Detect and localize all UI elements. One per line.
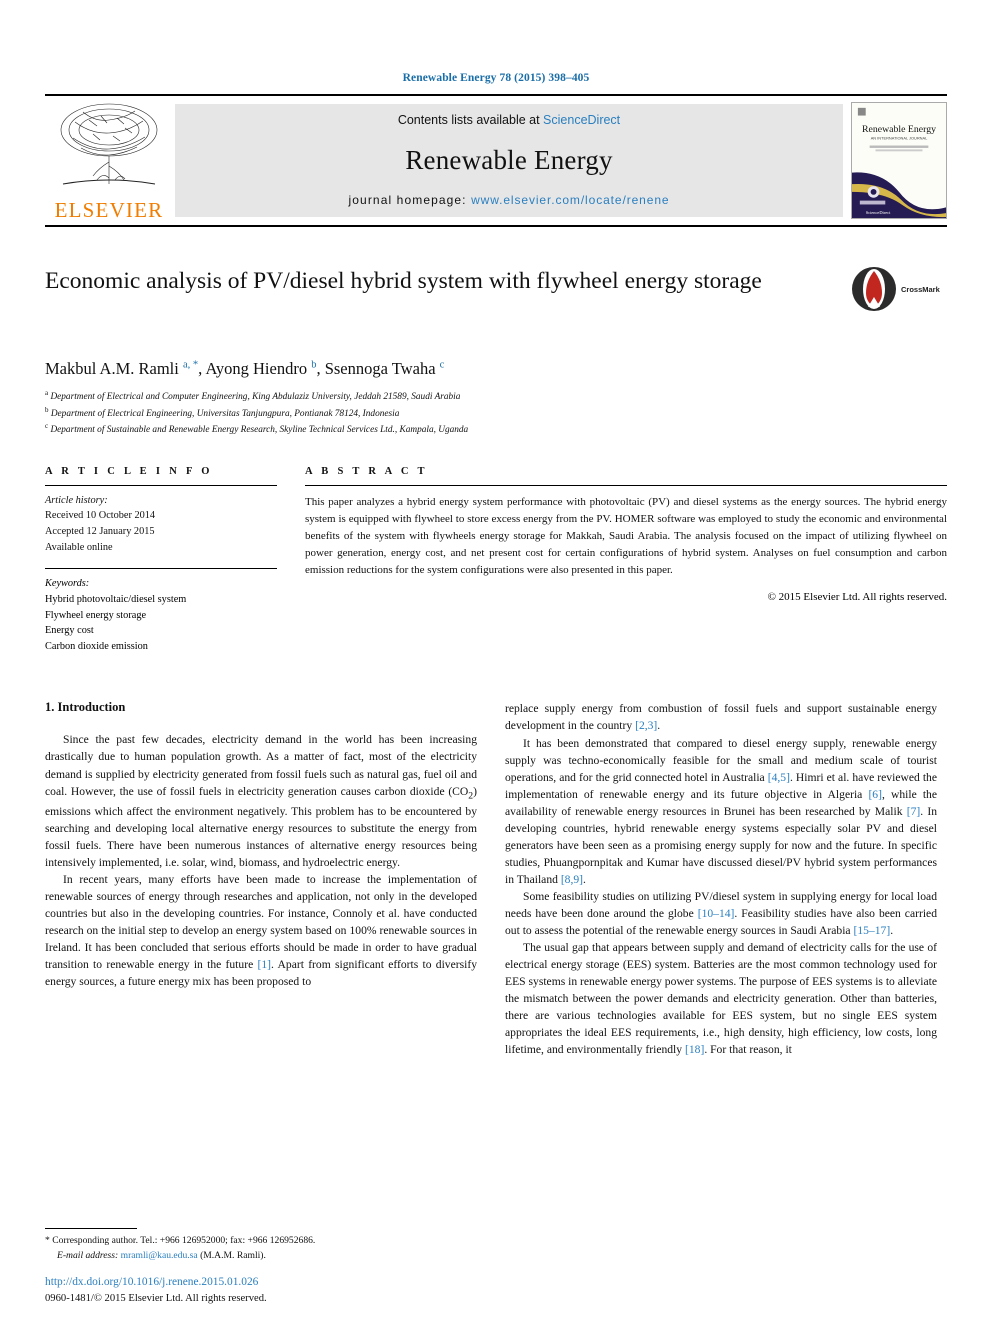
contents-prefix: Contents lists available at [397,113,544,127]
affiliation-text: Department of Electrical Engineering, Un… [50,408,400,419]
body-columns: 1. Introduction Since the past few decad… [45,700,947,1170]
sciencedirect-link[interactable]: ScienceDirect [543,113,620,127]
abstract-text: This paper analyzes a hybrid energy syst… [305,495,947,577]
abstract-column: A B S T R A C T This paper analyzes a hy… [305,466,947,655]
svg-text:ScienceDirect: ScienceDirect [866,210,891,215]
keyword-item: Energy cost [45,625,94,637]
doi-link[interactable]: http://dx.doi.org/10.1016/j.renene.2015.… [45,1274,565,1291]
svg-text:Renewable Energy: Renewable Energy [862,124,936,135]
svg-text:AN INTERNATIONAL JOURNAL: AN INTERNATIONAL JOURNAL [871,136,928,141]
cover-artwork: Renewable Energy AN INTERNATIONAL JOURNA… [852,103,946,218]
paragraph: Some feasibility studies on utilizing PV… [505,889,937,937]
keyword-item: Flywheel energy storage [45,609,147,621]
paragraph: Since the past few decades, electricity … [45,733,477,870]
journal-cover-thumbnail: Renewable Energy AN INTERNATIONAL JOURNA… [851,102,947,219]
footnote-block: * Corresponding author. Tel.: +966 12695… [45,1228,477,1263]
contents-available-line: Contents lists available at ScienceDirec… [398,113,620,127]
article-info-heading: A R T I C L E I N F O [45,465,213,477]
running-head: Renewable Energy 78 (2015) 398–405 [402,72,590,84]
article-history-label: Article history: [45,494,108,506]
journal-masthead: ELSEVIER Contents lists available at Sci… [45,94,947,227]
journal-homepage-line: journal homepage: www.elsevier.com/locat… [349,193,670,207]
email-note: E-mail address: mramli@kau.edu.sa (M.A.M… [45,1249,477,1263]
paragraph: It has been demonstrated that compared t… [505,736,937,886]
email-label: E-mail address: [57,1249,119,1261]
abstract-copyright: © 2015 Elsevier Ltd. All rights reserved… [767,591,947,604]
history-accepted: Accepted 12 January 2015 [45,525,155,537]
keywords-block: Keywords: Hybrid photovoltaic/diesel sys… [45,569,277,654]
paragraph: The usual gap that appears between suppl… [505,940,938,1057]
history-received: Received 10 October 2014 [45,510,156,522]
affiliation-list: a Department of Electrical and Computer … [45,388,947,438]
keywords-label: Keywords: [45,578,90,590]
paragraph: replace supply energy from combustion of… [505,702,937,733]
corresponding-author-note: * Corresponding author. Tel.: +966 12695… [45,1235,316,1247]
article-info-column: A R T I C L E I N F O Article history: R… [45,466,277,655]
crossmark-label: CrossMark [901,284,940,294]
crossmark-icon [852,267,896,311]
homepage-prefix: journal homepage: [348,193,472,207]
article-history: Article history: Received 10 October 201… [45,486,277,556]
issn-copyright: 0960-1481/© 2015 Elsevier Ltd. All right… [45,1293,267,1305]
body-column-right: replace supply energy from combustion of… [505,700,937,1170]
affiliation-item: b Department of Electrical Engineering, … [45,405,947,422]
article-page: Renewable Energy 78 (2015) 398–405 ELSEV… [0,0,992,1323]
elsevier-logo: ELSEVIER [45,96,175,225]
info-abstract-region: A R T I C L E I N F O Article history: R… [45,466,947,655]
body-column-left: 1. Introduction Since the past few decad… [45,700,477,1170]
affiliation-text: Department of Sustainable and Renewable … [50,425,469,436]
publication-meta: http://dx.doi.org/10.1016/j.renene.2015.… [45,1274,565,1307]
elsevier-wordmark: ELSEVIER [54,198,164,222]
paper-title: Economic analysis of PV/diesel hybrid sy… [45,268,762,294]
title-block: Economic analysis of PV/diesel hybrid sy… [45,267,947,341]
affiliation-marker: c [45,422,49,431]
email-owner: (M.A.M. Ramli). [200,1249,266,1261]
abstract-heading: A B S T R A C T [305,465,428,477]
history-available-online: Available online [45,541,113,553]
journal-homepage-link[interactable]: www.elsevier.com/locate/renene [471,193,669,207]
keyword-item: Carbon dioxide emission [45,640,148,652]
elsevier-tree-icon [60,103,158,185]
keyword-item: Hybrid photovoltaic/diesel system [45,593,187,605]
email-link[interactable]: mramli@kau.edu.sa [121,1250,198,1261]
crossmark-badge[interactable]: CrossMark [851,265,947,313]
affiliation-marker: a [45,389,49,397]
journal-title: Renewable Energy [405,144,613,175]
footnote-rule [45,1228,137,1230]
journal-band: Contents lists available at ScienceDirec… [175,104,843,217]
affiliation-item: c Department of Sustainable and Renewabl… [45,421,947,438]
paragraph: In recent years, many efforts have been … [45,873,477,989]
affiliation-marker: b [45,405,49,414]
section-heading-introduction: 1. Introduction [45,700,126,715]
affiliation-item: a Department of Electrical and Computer … [45,388,947,405]
author-list: Makbul A.M. Ramli a, *, Ayong Hiendro b,… [45,359,445,378]
affiliation-text: Department of Electrical and Computer En… [50,392,461,403]
